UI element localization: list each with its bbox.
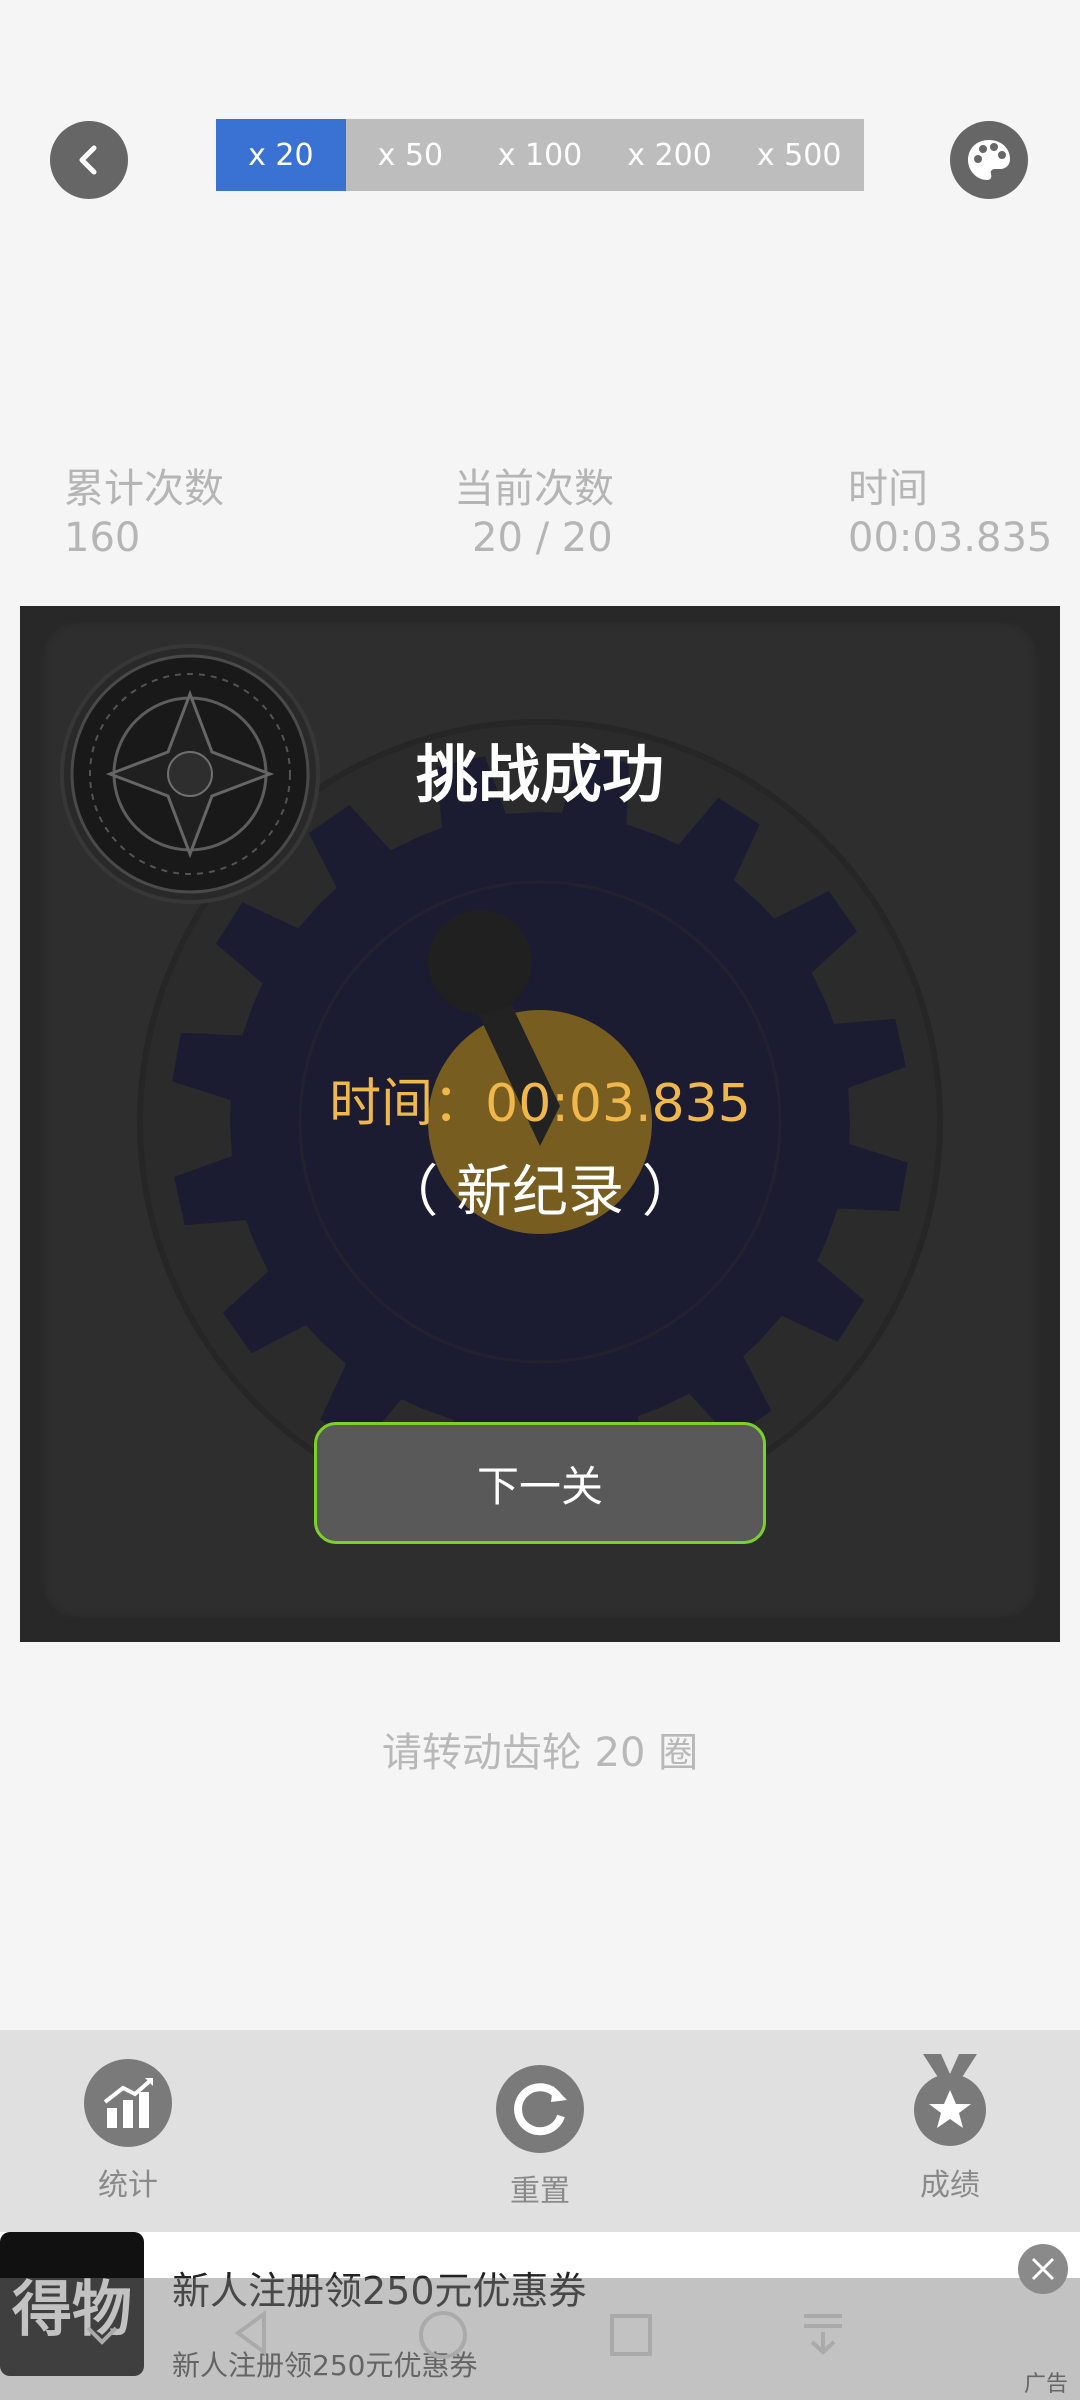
ad-subtitle: 新人注册领250元优惠券 bbox=[172, 2349, 478, 2382]
total-count-value: 160 bbox=[64, 515, 141, 561]
reset-button[interactable]: 重置 bbox=[480, 2064, 600, 2210]
ad-title: 新人注册领250元优惠券 bbox=[172, 2269, 587, 2313]
achievements-button[interactable]: 成绩 bbox=[890, 2052, 1010, 2204]
new-record-label: （ 新纪录 ） bbox=[382, 1160, 698, 1225]
segment-x50[interactable]: x 50 bbox=[346, 119, 476, 191]
time-label: 时间 bbox=[848, 466, 928, 512]
ad-logo: 得物 bbox=[0, 2232, 144, 2376]
medal-icon bbox=[914, 2054, 986, 2146]
palette-icon bbox=[968, 140, 1010, 180]
refresh-icon bbox=[496, 2065, 584, 2153]
achievements-label: 成绩 bbox=[920, 2168, 980, 2203]
next-level-button[interactable]: 下一关 bbox=[314, 1422, 766, 1544]
stats-button[interactable]: 统计 bbox=[68, 2058, 188, 2204]
current-count-value: 20 / 20 bbox=[472, 515, 613, 561]
current-count-label: 当前次数 bbox=[454, 466, 614, 512]
ad-tag: 广告 bbox=[1024, 2366, 1068, 2398]
round-count-selector: x 20 x 50 x 100 x 200 x 500 bbox=[216, 119, 864, 191]
theme-button[interactable] bbox=[950, 121, 1028, 199]
instruction-text: 请转动齿轮 20 圈 bbox=[381, 1730, 699, 1776]
game-panel: 挑战成功 时间：00:03.835 （ 新纪录 ） 下一关 bbox=[20, 606, 1060, 1642]
total-count-label: 累计次数 bbox=[64, 466, 224, 512]
success-title: 挑战成功 bbox=[415, 738, 664, 811]
reset-label: 重置 bbox=[510, 2174, 570, 2209]
chart-icon bbox=[84, 2059, 172, 2147]
stats-label: 统计 bbox=[98, 2168, 158, 2203]
segment-x200[interactable]: x 200 bbox=[605, 119, 735, 191]
close-icon bbox=[1031, 2257, 1055, 2281]
time-value: 00:03.835 bbox=[848, 515, 1053, 561]
segment-x500[interactable]: x 500 bbox=[734, 119, 864, 191]
ad-close-button[interactable] bbox=[1018, 2244, 1068, 2294]
segment-x20[interactable]: x 20 bbox=[216, 119, 346, 191]
chevron-left-icon bbox=[79, 145, 97, 175]
ad-banner[interactable]: 得物 新人注册领250元优惠券 新人注册领250元优惠券 bbox=[0, 2232, 1080, 2400]
segment-x100[interactable]: x 100 bbox=[475, 119, 605, 191]
back-button[interactable] bbox=[50, 121, 128, 199]
ad-tag-label: 广告 bbox=[1024, 2372, 1069, 2397]
result-time: 时间：00:03.835 bbox=[329, 1074, 751, 1134]
